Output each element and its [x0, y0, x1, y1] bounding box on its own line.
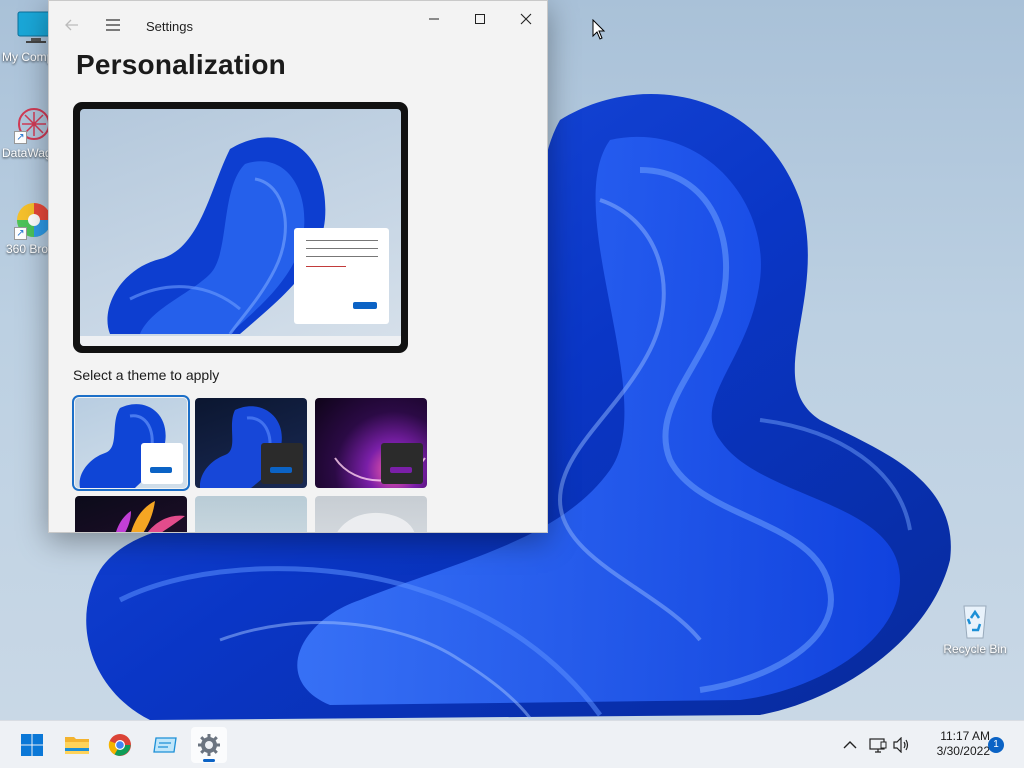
- start-button[interactable]: [14, 727, 50, 763]
- network-icon: [869, 738, 887, 753]
- desktop-icon-label: Recycle Bin: [943, 642, 1007, 656]
- clock-time: 11:17 AM: [940, 729, 990, 743]
- title-bar[interactable]: Settings: [49, 1, 547, 49]
- hamburger-menu-icon: [106, 19, 120, 31]
- windows-start-icon: [21, 734, 43, 756]
- maximize-button[interactable]: [457, 5, 503, 33]
- show-hidden-icons-button[interactable]: [840, 735, 860, 755]
- preview-accent-button: [353, 302, 377, 309]
- back-arrow-icon: [65, 19, 78, 31]
- preview-taskbar: [80, 336, 401, 346]
- volume-button[interactable]: [892, 735, 912, 755]
- theme-sunrise[interactable]: [195, 496, 307, 532]
- taskbar-clock[interactable]: 11:17 AM 3/30/2022: [916, 729, 990, 759]
- theme-captured-motion[interactable]: [75, 496, 187, 532]
- desktop-icon-recycle-bin[interactable]: Recycle Bin: [937, 600, 1013, 656]
- taskbar-file-explorer[interactable]: [59, 727, 95, 763]
- mouse-cursor-icon: [592, 19, 606, 40]
- theme-glow[interactable]: [315, 398, 427, 488]
- taskbar-app[interactable]: [147, 727, 183, 763]
- theme-sample-window: [261, 443, 303, 484]
- speaker-icon: [893, 737, 909, 753]
- back-button[interactable]: [57, 11, 87, 39]
- recycle-bin-icon: [955, 600, 995, 640]
- theme-preview: [73, 102, 408, 353]
- theme-thumbnail: [337, 512, 415, 532]
- gear-icon: [198, 734, 220, 756]
- section-label: Select a theme to apply: [73, 367, 220, 383]
- settings-window: Settings Personalization Select a theme …: [48, 0, 548, 533]
- chrome-icon: [108, 734, 131, 756]
- menu-button[interactable]: [98, 11, 128, 39]
- app-window-icon: [153, 737, 177, 753]
- preview-window-card: [294, 228, 389, 324]
- close-button[interactable]: [503, 5, 547, 33]
- active-indicator: [203, 759, 215, 762]
- minimize-button[interactable]: [411, 5, 457, 33]
- theme-thumbnail: [116, 501, 185, 532]
- shortcut-arrow-icon: ↗: [14, 131, 27, 144]
- shortcut-arrow-icon: ↗: [14, 227, 27, 240]
- clock-date: 3/30/2022: [936, 744, 990, 758]
- theme-windows-light[interactable]: [72, 395, 190, 491]
- chevron-up-icon: [843, 741, 857, 749]
- theme-flow[interactable]: [315, 496, 427, 532]
- folder-icon: [65, 737, 89, 754]
- theme-sample-window: [141, 443, 183, 484]
- taskbar: 11:17 AM 3/30/2022 1: [0, 720, 1024, 768]
- page-title: Personalization: [76, 49, 286, 80]
- taskbar-chrome[interactable]: [102, 727, 138, 763]
- maximize-icon: [475, 14, 485, 24]
- window-title: Settings: [146, 19, 193, 34]
- preview-screen: [80, 109, 401, 346]
- taskbar-settings[interactable]: [191, 727, 227, 763]
- minimize-icon: [429, 18, 439, 20]
- notification-badge[interactable]: 1: [988, 737, 1004, 753]
- network-button[interactable]: [868, 735, 888, 755]
- theme-sample-window: [381, 443, 423, 484]
- theme-windows-dark[interactable]: [195, 398, 307, 488]
- close-icon: [520, 13, 532, 25]
